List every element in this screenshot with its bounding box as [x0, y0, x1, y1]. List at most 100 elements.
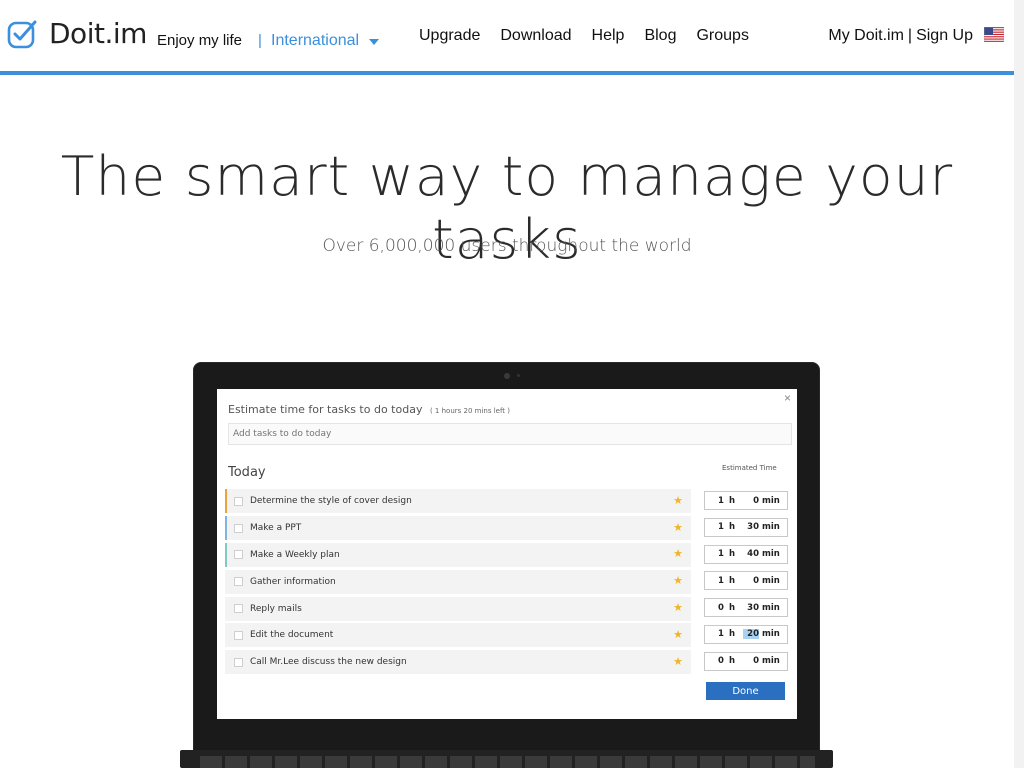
estimate-time-dialog: × Estimate time for tasks to do today ( … [217, 389, 797, 719]
time-left-text: ( 1 hours 20 mins left ) [429, 407, 511, 415]
estimated-time-input[interactable]: 1 h 40 min [704, 544, 788, 564]
task-title: Gather information [250, 576, 336, 587]
task-checkbox[interactable] [234, 630, 243, 640]
star-icon[interactable]: ★ [673, 629, 683, 641]
page-scrollbar[interactable] [1014, 0, 1024, 768]
star-icon[interactable]: ★ [673, 576, 683, 587]
dialog-title-text: Estimate time for tasks to do today [228, 403, 423, 416]
minutes-value: 30 [747, 522, 759, 533]
task-row: Determine the style of cover design ★ 1 … [225, 488, 792, 515]
minutes-value-selected: 20 [743, 629, 759, 640]
star-icon[interactable]: ★ [673, 656, 683, 668]
task-item[interactable]: Edit the document ★ [225, 623, 691, 648]
task-row: Reply mails ★ 0 h 30 min [225, 595, 792, 622]
minutes-value: 40 [747, 549, 759, 560]
dialog-title: Estimate time for tasks to do today ( 1 … [228, 403, 510, 416]
minutes-unit: min [762, 549, 780, 560]
star-icon[interactable]: ★ [673, 603, 683, 614]
hours-unit: h [729, 495, 736, 506]
nav-blog[interactable]: Blog [644, 27, 676, 45]
account-separator: | [907, 27, 913, 44]
task-item[interactable]: Call Mr.Lee discuss the new design ★ [225, 650, 691, 675]
region-label: International [271, 32, 360, 49]
minutes-unit: min [762, 522, 780, 533]
hours-value: 1 [718, 495, 724, 506]
task-title: Make a PPT [250, 523, 302, 534]
task-list: Determine the style of cover design ★ 1 … [225, 488, 792, 676]
estimated-time-input[interactable]: 1 h 20 min [704, 624, 788, 644]
hours-value: 1 [718, 629, 724, 640]
nav-groups[interactable]: Groups [696, 27, 748, 45]
header-separator: | [258, 32, 262, 49]
estimated-time-input[interactable]: 0 h 0 min [704, 651, 788, 671]
minutes-unit: min [762, 602, 780, 613]
hours-unit: h [729, 549, 736, 560]
header-accent-bar [0, 71, 1014, 75]
sign-up-link[interactable]: Sign Up [916, 27, 973, 45]
nav-upgrade[interactable]: Upgrade [419, 27, 480, 45]
hours-unit: h [729, 629, 736, 640]
minutes-value: 0 [753, 656, 759, 667]
task-checkbox[interactable] [234, 550, 243, 560]
tagline: Enjoy my life [157, 32, 243, 49]
estimated-time-input[interactable]: 1 h 30 min [704, 517, 788, 537]
estimated-time-input[interactable]: 1 h 0 min [704, 571, 788, 591]
us-flag-icon[interactable] [984, 27, 1004, 42]
task-row: Make a Weekly plan ★ 1 h 40 min [225, 542, 792, 569]
star-icon[interactable]: ★ [673, 549, 683, 560]
star-icon[interactable]: ★ [673, 522, 683, 534]
minutes-unit: min [762, 656, 780, 667]
done-button[interactable]: Done [706, 682, 785, 700]
minutes-value: 30 [747, 602, 759, 613]
hours-unit: h [729, 575, 736, 586]
task-title: Determine the style of cover design [250, 496, 412, 507]
hero-subtitle: Over 6,000,000 users throughout the worl… [322, 236, 692, 256]
logo[interactable]: Doit.im [7, 19, 147, 49]
hours-unit: h [729, 522, 736, 533]
minutes-unit: min [762, 575, 780, 586]
task-item[interactable]: Make a PPT ★ [225, 516, 691, 541]
task-checkbox[interactable] [234, 657, 243, 667]
task-row: Call Mr.Lee discuss the new design ★ 0 h… [225, 649, 792, 676]
section-today-label: Today [228, 465, 266, 480]
logo-text: Doit.im [49, 17, 147, 50]
checkmark-logo-icon [7, 20, 37, 49]
minutes-value: 0 [753, 495, 759, 506]
region-dropdown[interactable]: International [271, 32, 380, 50]
task-checkbox[interactable] [234, 523, 243, 533]
task-title: Make a Weekly plan [250, 549, 340, 560]
task-item[interactable]: Gather information ★ [225, 569, 691, 594]
hours-value: 1 [718, 575, 724, 586]
close-icon[interactable]: × [784, 391, 791, 405]
estimated-time-label: Estimated Time [722, 464, 777, 472]
estimated-time-input[interactable]: 1 h 0 min [704, 491, 788, 510]
hours-value: 1 [718, 549, 724, 560]
my-doit-link[interactable]: My Doit.im [828, 27, 904, 45]
site-header: Doit.im Enjoy my life | International Up… [0, 0, 1024, 75]
sensor-dot [517, 374, 520, 377]
minutes-unit: min [762, 495, 780, 506]
task-item[interactable]: Reply mails ★ [225, 596, 691, 621]
task-row: Make a PPT ★ 1 h 30 min [225, 515, 792, 542]
nav-help[interactable]: Help [592, 27, 625, 45]
task-checkbox[interactable] [234, 577, 243, 587]
task-item[interactable]: Make a Weekly plan ★ [225, 542, 691, 567]
hours-unit: h [729, 602, 736, 613]
hours-unit: h [729, 656, 736, 667]
add-task-input[interactable] [228, 423, 792, 445]
account-links: My Doit.im | Sign Up [828, 27, 973, 45]
estimated-time-input[interactable]: 0 h 30 min [704, 598, 788, 618]
star-icon[interactable]: ★ [673, 495, 683, 507]
camera-icon [504, 373, 510, 379]
nav-download[interactable]: Download [500, 27, 571, 45]
minutes-value: 0 [753, 575, 759, 586]
task-title: Edit the document [250, 630, 334, 641]
task-checkbox[interactable] [234, 604, 243, 614]
task-title: Call Mr.Lee discuss the new design [250, 657, 407, 668]
task-checkbox[interactable] [234, 496, 243, 506]
laptop-keyboard [200, 756, 815, 768]
caret-down-icon [369, 39, 380, 45]
main-nav: Upgrade Download Help Blog Groups [419, 27, 769, 45]
task-item[interactable]: Determine the style of cover design ★ [225, 489, 691, 514]
hours-value: 0 [718, 602, 724, 613]
